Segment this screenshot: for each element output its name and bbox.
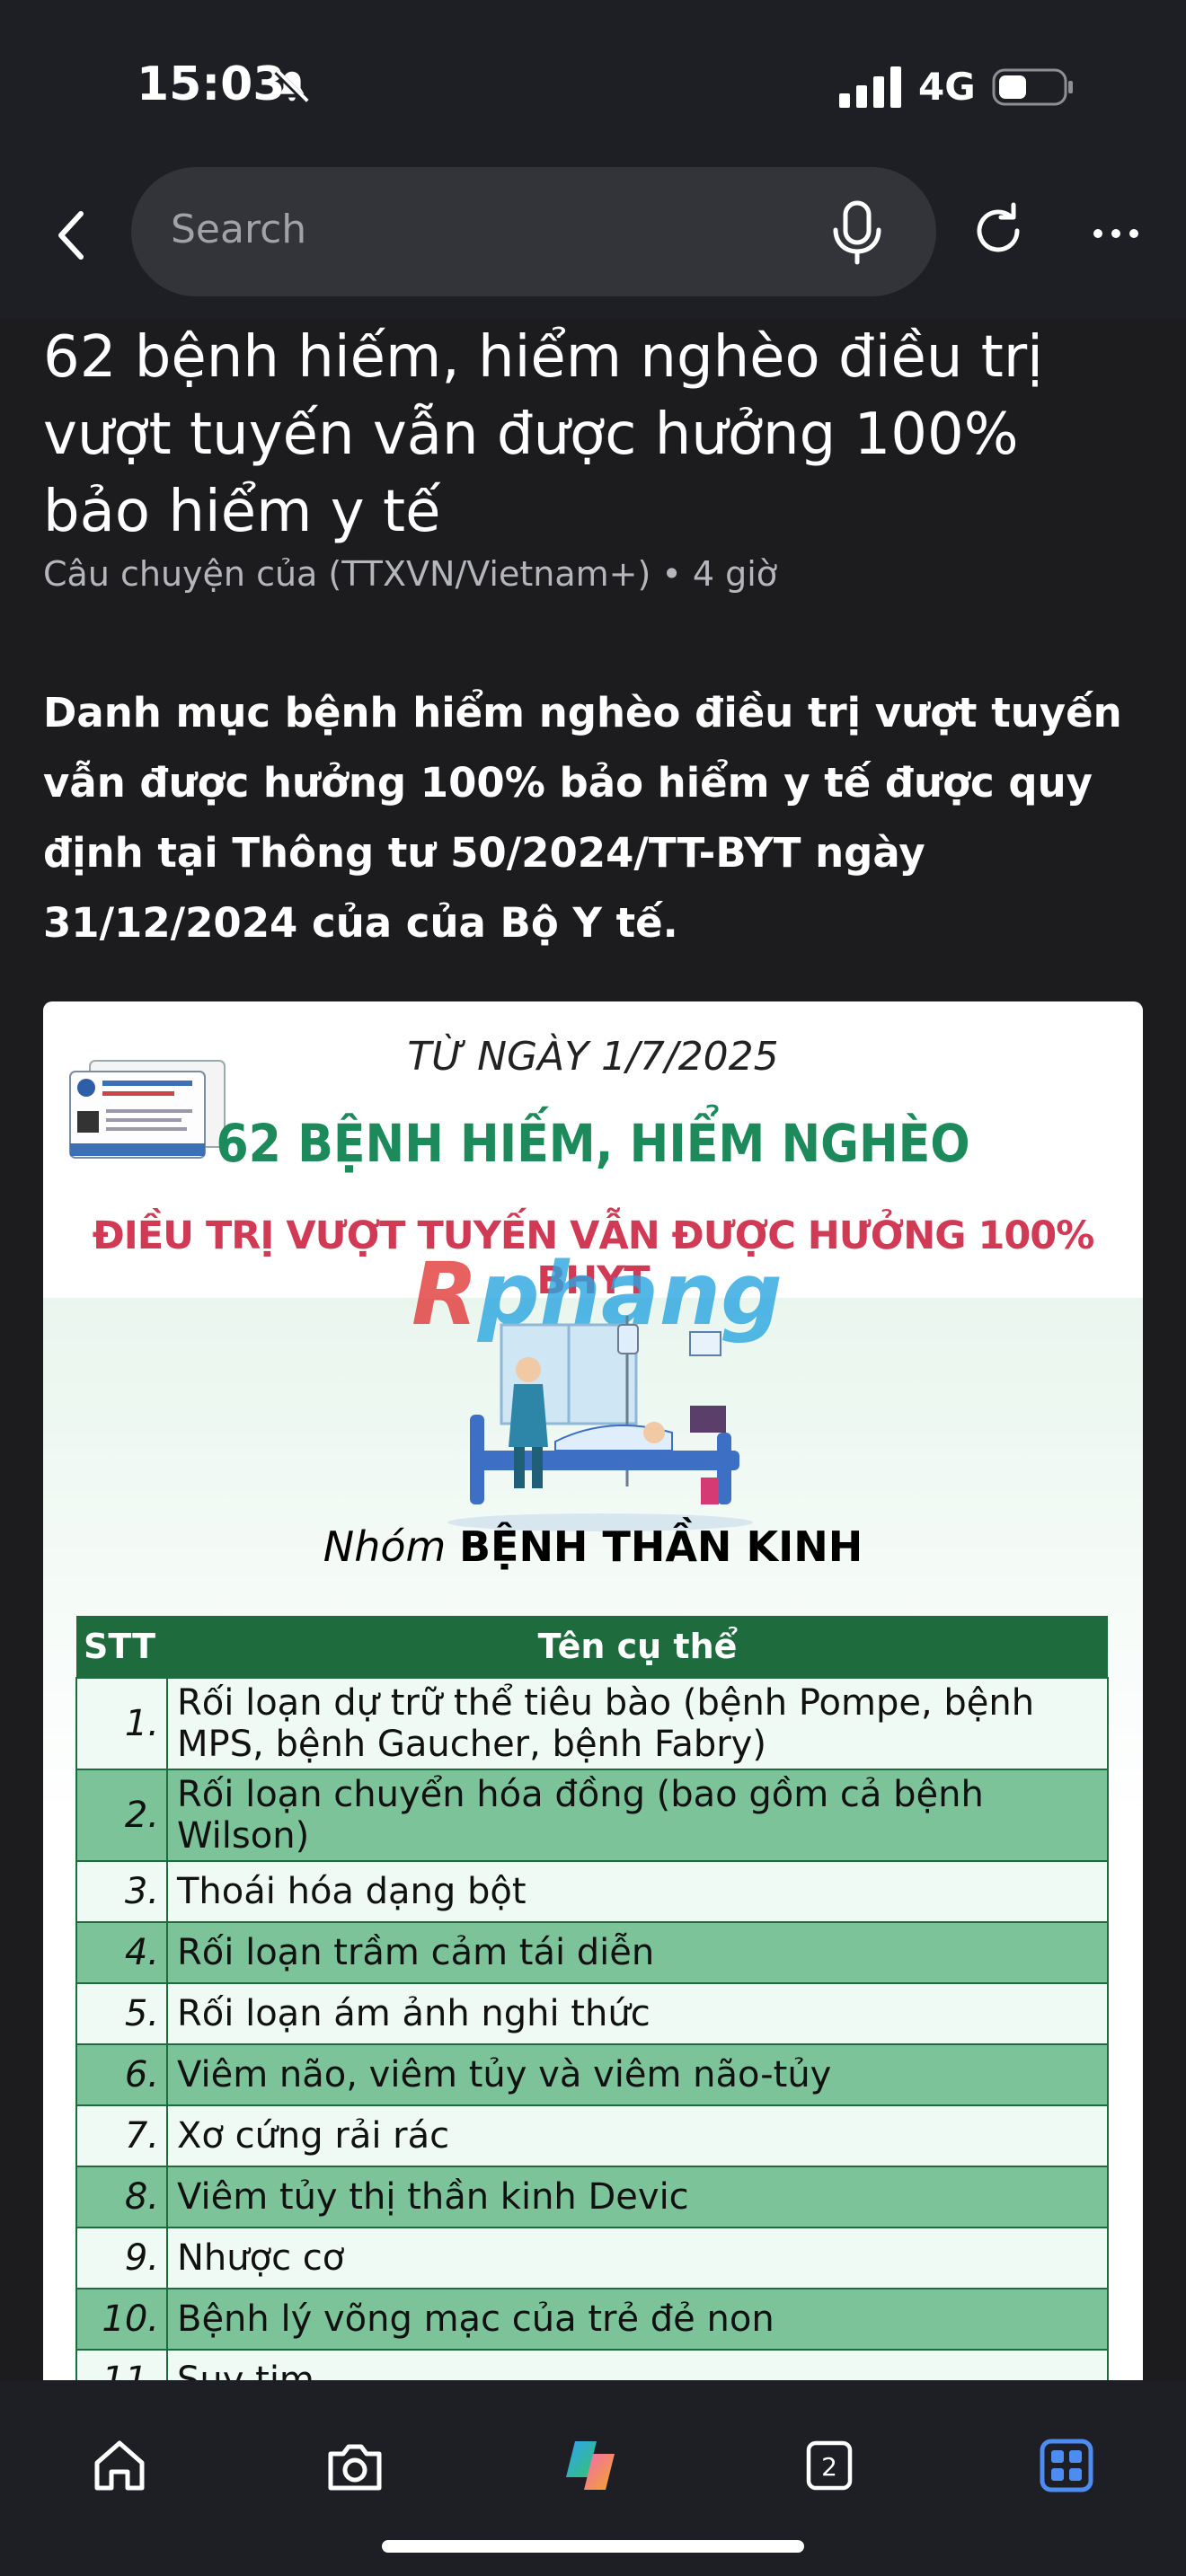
search-bar[interactable]: Search: [131, 167, 936, 296]
bottom-toolbar: 2: [0, 2380, 1186, 2576]
row-number: 6.: [75, 2043, 168, 2106]
row-number: 2.: [75, 1769, 168, 1862]
tabs-icon[interactable]: 2: [798, 2434, 861, 2497]
table-header-name: Tên cụ thể: [167, 1616, 1108, 1678]
apps-icon[interactable]: [1035, 2434, 1098, 2497]
home-icon[interactable]: [88, 2434, 151, 2497]
row-number: 1.: [75, 1677, 168, 1770]
row-name: Rối loạn trầm cảm tái diễn: [166, 1921, 1109, 1984]
row-number: 4.: [75, 1921, 168, 1984]
row-name: Viêm tủy thị thần kinh Devic: [166, 2166, 1109, 2228]
status-bar: 15:03 4G: [0, 0, 1186, 162]
article-meta[interactable]: Câu chuyện của (TTXVN/Vietnam+) • 4 giờ: [43, 554, 777, 594]
table-row: 9. Nhược cơ: [75, 2227, 1109, 2289]
row-name: Rối loạn chuyển hóa đồng (bao gồm cả bện…: [166, 1769, 1109, 1862]
row-number: 9.: [75, 2227, 168, 2289]
table-row: 8. Viêm tủy thị thần kinh Devic: [75, 2166, 1109, 2228]
refresh-icon[interactable]: [967, 199, 1030, 262]
table-header-stt: STT: [76, 1616, 167, 1678]
more-options-icon[interactable]: [1089, 216, 1143, 251]
network-type: 4G: [918, 65, 976, 109]
back-icon[interactable]: [45, 201, 102, 269]
row-number: 5.: [75, 1982, 168, 2045]
row-name: Thoái hóa dạng bột: [166, 1860, 1109, 1923]
table-row: 11. Suy tim: [75, 2349, 1109, 2380]
row-name: Xơ cứng rải rác: [166, 2104, 1109, 2167]
battery-icon: [992, 68, 1073, 106]
row-name: Viêm não, viêm tủy và viêm não-tủy: [166, 2043, 1109, 2106]
infographic-image[interactable]: TỪ NGÀY 1/7/2025 62 BỆNH HIẾM, HIỂM NGHÈ…: [43, 1001, 1143, 2380]
row-name: Rối loạn dự trữ thể tiêu bào (bệnh Pompe…: [166, 1677, 1109, 1770]
table-row: 3. Thoái hóa dạng bột: [75, 1860, 1109, 1923]
row-name: Rối loạn ám ảnh nghi thức: [166, 1982, 1109, 2045]
tab-count: 2: [821, 2452, 837, 2482]
table-row: 5. Rối loạn ám ảnh nghi thức: [75, 1982, 1109, 2045]
camera-icon[interactable]: [323, 2434, 386, 2497]
table-row: 1. Rối loạn dự trữ thể tiêu bào (bệnh Pom…: [75, 1677, 1109, 1770]
group-heading: Nhóm BỆNH THẦN KINH: [323, 1522, 863, 1571]
row-number: 11.: [75, 2349, 168, 2380]
microphone-icon[interactable]: [823, 198, 891, 266]
row-number: 3.: [75, 1860, 168, 1923]
row-name: Nhược cơ: [166, 2227, 1109, 2289]
row-name: Suy tim: [166, 2349, 1109, 2380]
status-time: 15:03: [137, 57, 286, 111]
table-row: 10. Bệnh lý võng mạc của trẻ đẻ non: [75, 2288, 1109, 2351]
bell-muted-icon: [274, 69, 310, 105]
signal-icon: [839, 66, 901, 108]
row-number: 8.: [75, 2166, 168, 2228]
table-row: 7. Xơ cứng rải rác: [75, 2104, 1109, 2167]
disease-table: STT Tên cụ thể 1. Rối loạn dự trữ thể tiê…: [75, 1616, 1109, 2380]
infographic-date: TỪ NGÀY 1/7/2025: [407, 1034, 779, 1080]
infographic-title: 62 BỆNH HIẾM, HIỂM NGHÈO: [216, 1113, 970, 1174]
copilot-icon[interactable]: [559, 2434, 622, 2497]
table-row: 4. Rối loạn trầm cảm tái diễn: [75, 1921, 1109, 1984]
row-number: 10.: [75, 2288, 168, 2351]
table-row: 6. Viêm não, viêm tủy và viêm não-tủy: [75, 2043, 1109, 2106]
row-number: 7.: [75, 2104, 168, 2167]
article-title: 62 bệnh hiếm, hiểm nghèo điều trị vượt t…: [43, 324, 1043, 545]
browser-toolbar: Search: [0, 162, 1186, 319]
home-indicator[interactable]: [382, 2540, 804, 2553]
article-content: 62 bệnh hiếm, hiểm nghèo điều trị vượt t…: [0, 319, 1186, 2380]
row-name: Bệnh lý võng mạc của trẻ đẻ non: [166, 2288, 1109, 2351]
hospital-bed-illustration: [447, 1316, 753, 1531]
search-placeholder: Search: [171, 207, 307, 252]
table-row: 2. Rối loạn chuyển hóa đồng (bao gồm cả b…: [75, 1769, 1109, 1862]
article-lead: Danh mục bệnh hiểm nghèo điều trị vượt t…: [43, 689, 1122, 947]
